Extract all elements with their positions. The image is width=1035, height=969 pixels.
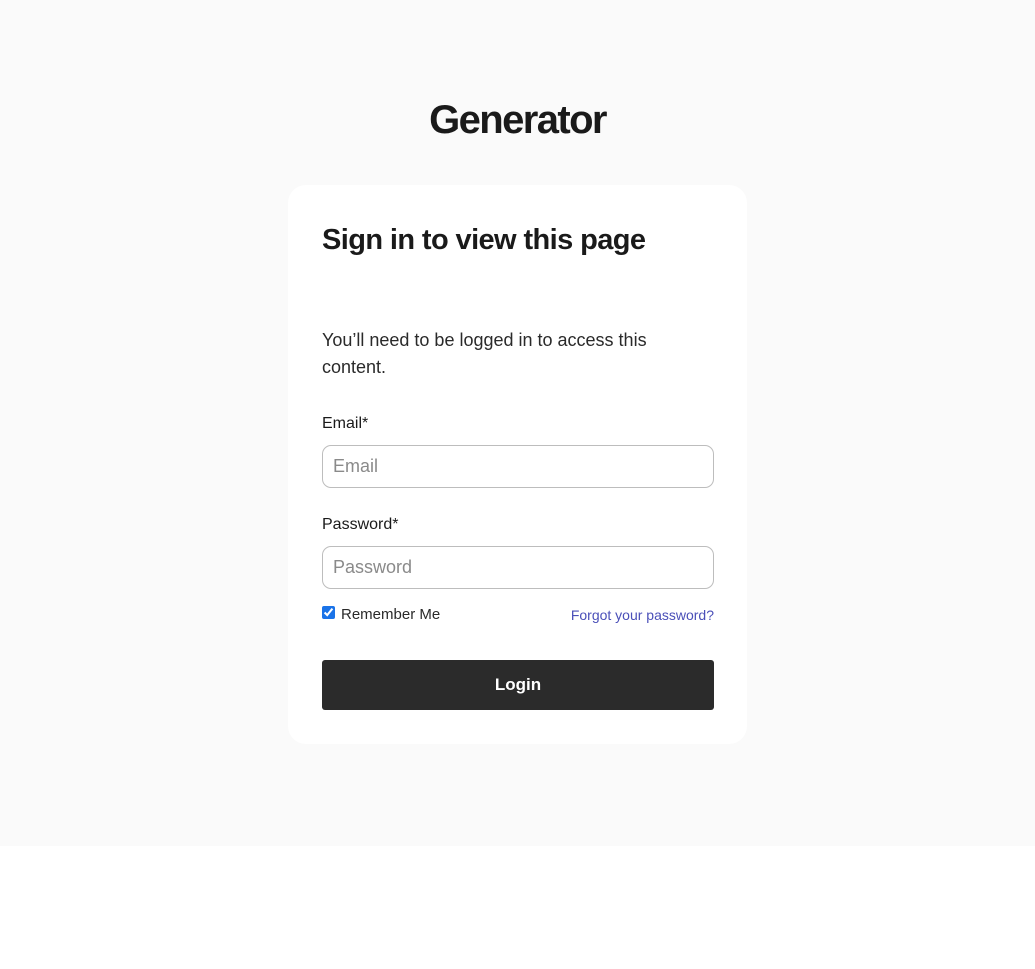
remember-row: Remember Me Forgot your password? bbox=[322, 604, 714, 626]
password-input[interactable] bbox=[322, 546, 714, 589]
login-button[interactable]: Login bbox=[322, 660, 714, 710]
remember-me-label[interactable]: Remember Me bbox=[341, 605, 440, 625]
login-card: Sign in to view this page You’ll need to… bbox=[288, 185, 747, 744]
email-label: Email* bbox=[322, 415, 369, 432]
remember-me-checkbox[interactable] bbox=[322, 606, 335, 619]
email-input[interactable] bbox=[322, 445, 714, 488]
forgot-password-link[interactable]: Forgot your password? bbox=[571, 605, 714, 625]
login-title: Sign in to view this page bbox=[322, 224, 646, 256]
login-description: You’ll need to be logged in to access th… bbox=[322, 330, 647, 377]
brand-logo[interactable]: Generator bbox=[0, 96, 1035, 144]
password-label: Password* bbox=[322, 516, 399, 533]
